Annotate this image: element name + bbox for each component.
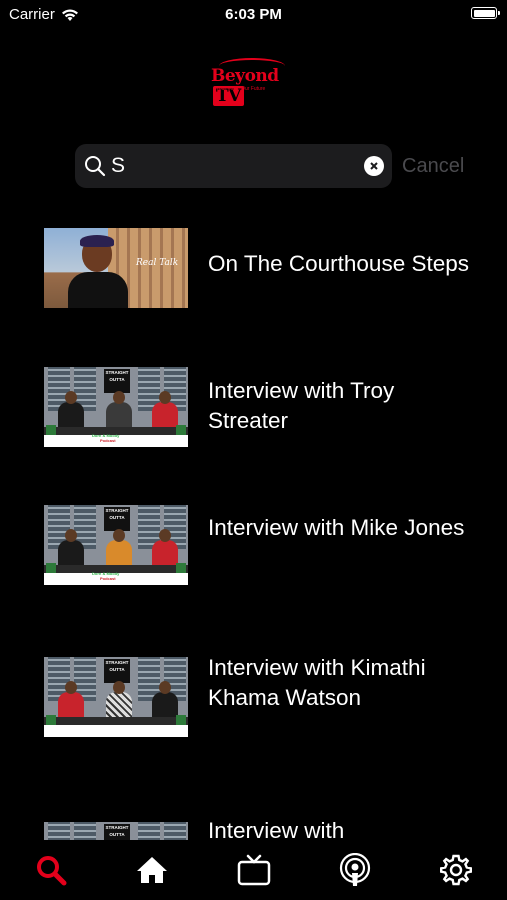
thumbnail-caption-line2: Podcast xyxy=(100,576,116,581)
logo-name-part1: Beyond xyxy=(211,66,279,86)
video-thumbnail: STRAIGHT OUTTA Dorn & Moody Podcast xyxy=(44,367,188,447)
tab-live-tv[interactable] xyxy=(234,850,274,890)
tab-search[interactable] xyxy=(31,850,71,890)
logo-tagline: Your Voice Our Future xyxy=(216,86,266,92)
thumbnail-caption: STRAIGHT OUTTA xyxy=(104,369,130,393)
app-logo: BeyondTV Your Voice Our Future xyxy=(205,56,301,106)
search-icon xyxy=(85,156,106,177)
tab-settings[interactable] xyxy=(436,850,476,890)
video-thumbnail: STRAIGHT OUTTA xyxy=(44,657,188,737)
list-item[interactable]: STRAIGHT OUTTA Interview with Kimathi Kh… xyxy=(44,655,484,737)
video-title: Interview with Mike Jones xyxy=(208,515,465,540)
podcast-icon xyxy=(339,853,371,886)
video-thumbnail: STRAIGHT OUTTA xyxy=(44,822,188,840)
tab-podcasts[interactable] xyxy=(335,850,375,890)
tv-icon xyxy=(237,854,271,886)
tab-home[interactable] xyxy=(132,850,172,890)
list-item[interactable]: STRAIGHT OUTTA Dorn & Moody Podcast Inte… xyxy=(44,367,484,447)
video-thumbnail: Real Talk xyxy=(44,228,188,308)
clear-icon xyxy=(370,162,378,170)
search-input[interactable] xyxy=(111,153,351,179)
thumbnail-caption: STRAIGHT OUTTA xyxy=(104,507,130,531)
thumbnail-caption-line2: Podcast xyxy=(100,438,116,443)
video-title: On The Courthouse Steps xyxy=(208,251,469,276)
search-icon xyxy=(37,856,67,886)
search-bar xyxy=(75,144,392,188)
status-bar: Carrier 6:03 PM xyxy=(0,0,507,30)
list-item[interactable]: STRAIGHT OUTTA Interview with xyxy=(44,818,484,840)
video-thumbnail: STRAIGHT OUTTA Dorn & Moody Podcast xyxy=(44,505,188,585)
search-results-list: Real Talk On The Courthouse Steps STRAIG… xyxy=(0,220,507,840)
status-time: 6:03 PM xyxy=(225,6,282,23)
video-title: Interview with Kimathi Khama Watson xyxy=(208,655,426,710)
thumbnail-caption: Real Talk xyxy=(136,258,179,268)
thumbnail-caption: STRAIGHT OUTTA xyxy=(104,824,130,840)
clear-search-button[interactable] xyxy=(364,156,384,176)
tab-bar xyxy=(0,840,507,900)
gear-icon xyxy=(440,854,472,886)
thumbnail-caption: STRAIGHT OUTTA xyxy=(104,659,130,683)
list-item[interactable]: STRAIGHT OUTTA Dorn & Moody Podcast Inte… xyxy=(44,505,484,585)
cancel-button[interactable]: Cancel xyxy=(402,155,464,178)
video-title: Interview with Troy Streater xyxy=(208,378,395,433)
video-title: Interview with xyxy=(208,818,345,840)
battery-icon xyxy=(471,7,500,19)
home-icon xyxy=(137,857,167,883)
list-item[interactable]: Real Talk On The Courthouse Steps xyxy=(44,228,484,308)
